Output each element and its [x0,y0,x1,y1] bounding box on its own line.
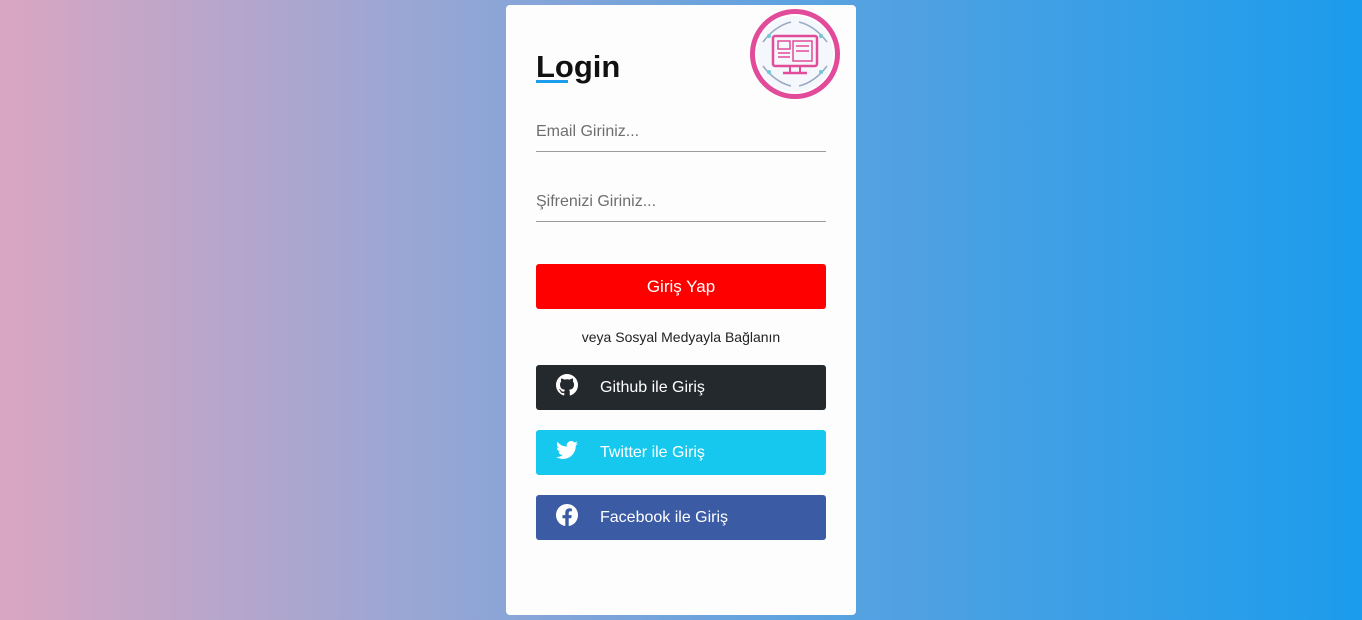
github-login-label: Github ile Giriş [600,378,705,396]
github-login-button[interactable]: Github ile Giriş [536,365,826,410]
facebook-icon [556,503,578,526]
github-icon [556,373,578,396]
facebook-login-button[interactable]: Facebook ile Giriş [536,495,826,540]
login-button[interactable]: Giriş Yap [536,264,826,309]
twitter-icon [556,439,578,461]
email-field[interactable] [536,112,826,152]
twitter-login-label: Twitter ile Giriş [600,443,705,461]
login-card: Login Giriş Yap veya Sosyal Medyayla Bağ… [506,5,856,615]
twitter-login-button[interactable]: Twitter ile Giriş [536,430,826,475]
facebook-login-label: Facebook ile Giriş [600,508,729,526]
title-underline [536,80,568,83]
site-logo [750,9,840,99]
social-prompt: veya Sosyal Medyayla Bağlanın [581,329,781,345]
password-field[interactable] [536,182,826,222]
